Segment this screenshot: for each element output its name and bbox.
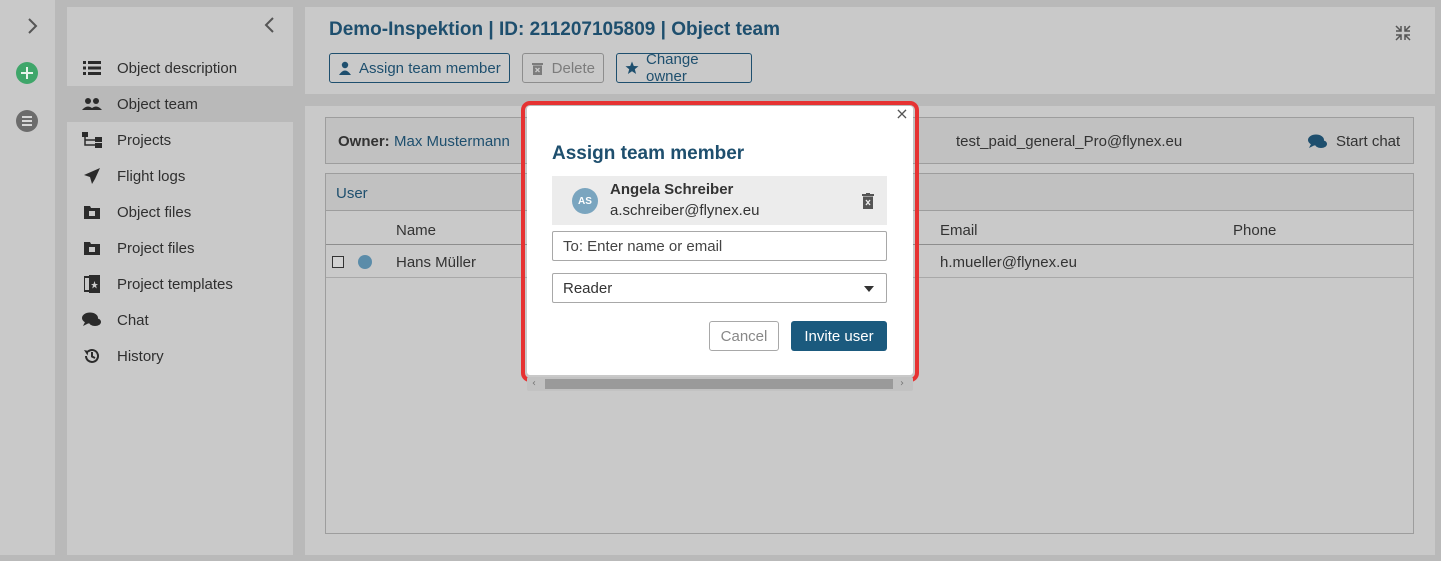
- selected-user-chip: AS Angela Schreiber a.schreiber@flynex.e…: [552, 176, 887, 225]
- scrollbar-thumb[interactable]: [545, 379, 893, 389]
- change-owner-label: Change owner: [646, 51, 699, 85]
- trash-icon: [531, 61, 545, 75]
- delete-button[interactable]: Delete: [522, 53, 604, 83]
- chevron-right-icon[interactable]: [22, 16, 42, 36]
- column-header-phone[interactable]: Phone: [1233, 222, 1276, 239]
- assign-team-member-button[interactable]: Assign team member: [329, 53, 510, 83]
- selected-user-email: a.schreiber@flynex.eu: [610, 202, 760, 219]
- add-icon[interactable]: [16, 62, 38, 84]
- start-chat-label: Start chat: [1336, 133, 1401, 150]
- owner-name-link[interactable]: Max Mustermann: [394, 133, 510, 150]
- owner-email: test_paid_general_Pro@flynex.eu: [956, 133, 1183, 150]
- column-header-email[interactable]: Email: [940, 222, 978, 239]
- row-email: h.mueller@flynex.eu: [940, 254, 1077, 271]
- chat-icon: [1308, 134, 1327, 148]
- page-title: Demo-Inspektion | ID: 211207105809 | Obj…: [329, 19, 780, 40]
- row-name: Hans Müller: [396, 254, 477, 271]
- sidebar-item-history[interactable]: History: [67, 338, 293, 374]
- role-select[interactable]: Reader: [552, 273, 887, 303]
- owner-label: Owner:: [338, 133, 390, 150]
- sidebar-item-object-team[interactable]: Object team: [67, 86, 293, 122]
- chevron-left-icon[interactable]: [261, 15, 279, 35]
- sidebar-item-label: Object files: [117, 203, 192, 221]
- sidebar-item-object-files[interactable]: Object files: [67, 194, 293, 230]
- chat-icon: [82, 311, 102, 329]
- folder-icon: [82, 239, 102, 257]
- sidebar-item-label: Project files: [117, 239, 195, 257]
- sidebar-item-label: Project templates: [117, 275, 233, 293]
- scroll-left-icon[interactable]: ‹: [532, 379, 536, 389]
- sidebar-item-label: Object team: [117, 95, 198, 113]
- left-rail: [0, 0, 55, 555]
- history-icon: [82, 347, 102, 365]
- horizontal-scrollbar[interactable]: ‹ ›: [527, 377, 913, 391]
- row-checkbox[interactable]: [332, 256, 344, 268]
- invite-user-button[interactable]: Invite user: [791, 321, 887, 351]
- compress-icon[interactable]: [1393, 23, 1413, 43]
- sidebar-item-projects[interactable]: Projects: [67, 122, 293, 158]
- tab-user-label: User: [336, 185, 368, 202]
- sidebar-item-label: Chat: [117, 311, 149, 329]
- sidebar-item-project-files[interactable]: Project files: [67, 230, 293, 266]
- folder-icon: [82, 203, 102, 221]
- plane-icon: [82, 167, 102, 185]
- assign-team-member-label: Assign team member: [359, 59, 501, 77]
- scroll-right-icon[interactable]: ›: [900, 379, 904, 389]
- caret-down-icon: [864, 286, 874, 292]
- delete-label: Delete: [551, 59, 595, 77]
- sidebar-item-label: Flight logs: [117, 167, 186, 185]
- status-dot: [358, 255, 372, 269]
- assign-team-member-dialog: × Assign team member AS Angela Schreiber…: [527, 106, 913, 375]
- sidebar-item-flight-logs[interactable]: Flight logs: [67, 158, 293, 194]
- start-chat-button[interactable]: Start chat: [1308, 133, 1400, 150]
- sidebar-item-chat[interactable]: Chat: [67, 302, 293, 338]
- sidebar-item-label: Object description: [117, 59, 238, 77]
- sidebar-item-object-description[interactable]: Object description: [67, 50, 293, 86]
- avatar: AS: [572, 188, 598, 214]
- change-owner-button[interactable]: Change owner: [616, 51, 752, 85]
- sidebar-item-label: History: [117, 347, 164, 365]
- templates-icon: [82, 275, 102, 293]
- role-select-value: Reader: [563, 280, 613, 297]
- trash-icon[interactable]: [862, 193, 874, 209]
- sidebar-nav: Object description Object team Projects …: [67, 7, 293, 555]
- column-header-name[interactable]: Name: [396, 222, 436, 239]
- recipient-input[interactable]: [552, 231, 887, 261]
- page-header: Demo-Inspektion | ID: 211207105809 | Obj…: [305, 7, 1435, 94]
- sidebar-item-label: Projects: [117, 131, 172, 149]
- sidebar-item-project-templates[interactable]: Project templates: [67, 266, 293, 302]
- cancel-button[interactable]: Cancel: [709, 321, 779, 351]
- user-icon: [338, 61, 352, 75]
- list-icon[interactable]: [16, 110, 38, 132]
- dialog-title: Assign team member: [552, 143, 745, 164]
- sitemap-icon: [82, 131, 102, 149]
- star-icon: [625, 61, 639, 75]
- team-icon: [82, 95, 102, 113]
- selected-user-name: Angela Schreiber: [610, 181, 734, 198]
- close-icon[interactable]: ×: [895, 106, 909, 122]
- list-icon: [82, 59, 102, 77]
